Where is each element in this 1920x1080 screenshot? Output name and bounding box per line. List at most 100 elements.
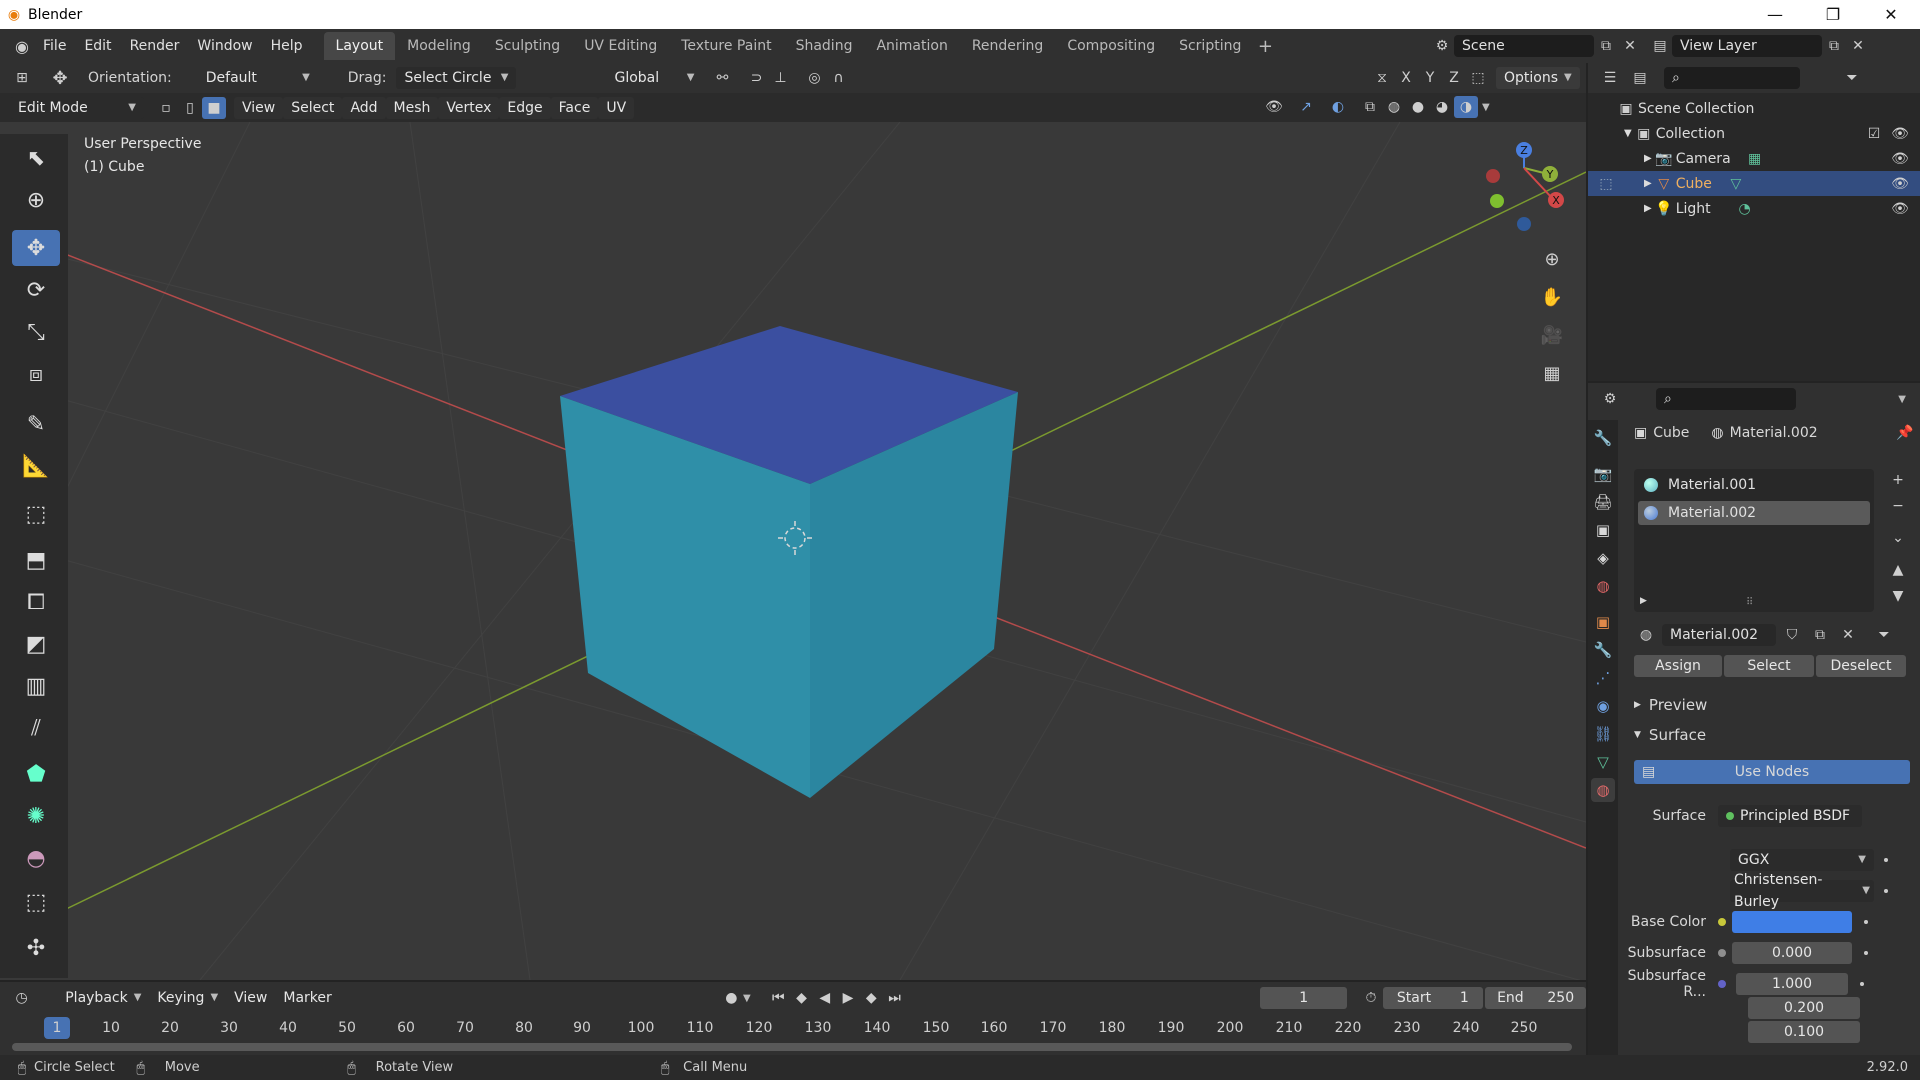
delete-view-layer-icon[interactable]: ✕ — [1846, 35, 1870, 57]
data-tab-icon[interactable]: ▽ — [1591, 750, 1615, 774]
delete-scene-icon[interactable]: ✕ — [1618, 35, 1642, 57]
display-mode-icon[interactable]: ▤ — [1628, 67, 1652, 89]
chevron-down-icon[interactable]: ▼ — [1482, 102, 1490, 113]
pivot-point-icon[interactable]: ⚯ — [710, 67, 734, 89]
snap-icon[interactable]: ⊃ — [744, 67, 768, 89]
keying-menu[interactable]: Keying ▼ — [149, 987, 227, 1009]
close-button[interactable]: ✕ — [1862, 0, 1920, 29]
tool-tab-icon[interactable]: 🔧 — [1591, 426, 1615, 450]
material-tab-icon[interactable]: ◍ — [1591, 778, 1615, 802]
blender-menu-icon[interactable]: ◉ — [10, 35, 34, 57]
rotate-tool-icon[interactable]: ⟳ — [12, 272, 60, 308]
outliner-search-input[interactable]: ⌕ — [1664, 67, 1800, 89]
overlay-icon[interactable]: ◐ — [1326, 96, 1350, 118]
expand-arrow-icon[interactable]: ▶ — [1644, 153, 1652, 164]
new-view-layer-icon[interactable]: ⧉ — [1822, 35, 1846, 57]
subsurface-method-dropdown[interactable]: Christensen-Burley ▼ — [1730, 872, 1874, 910]
filter-icon[interactable]: ⏷ — [1840, 67, 1864, 89]
output-tab-icon[interactable]: 🖨 — [1591, 490, 1615, 514]
world-tab-icon[interactable]: ◍ — [1591, 574, 1615, 598]
keyframe-dot-icon[interactable] — [1860, 982, 1864, 986]
tab-texture-paint[interactable]: Texture Paint — [669, 32, 783, 60]
surface-shader-field[interactable]: Principled BSDF — [1718, 805, 1862, 827]
tab-sculpting[interactable]: Sculpting — [483, 32, 572, 60]
menu-help[interactable]: Help — [262, 29, 312, 63]
visibility-eye-icon[interactable]: 👁 — [1888, 123, 1912, 145]
physics-tab-icon[interactable]: ◉ — [1591, 694, 1615, 718]
menu-file[interactable]: File — [34, 29, 75, 63]
material-slot-1[interactable]: Material.001 — [1638, 473, 1870, 497]
scene-name-field[interactable]: Scene — [1454, 35, 1594, 57]
timeline-view-menu[interactable]: View — [226, 987, 276, 1009]
light-data-icon[interactable]: ◔ — [1733, 198, 1757, 220]
menu-render[interactable]: Render — [121, 29, 189, 63]
new-scene-icon[interactable]: ⧉ — [1594, 35, 1618, 57]
minimize-button[interactable]: — — [1746, 0, 1804, 29]
smooth-tool-icon[interactable]: ◓ — [12, 840, 60, 876]
menu-vertex[interactable]: Vertex — [438, 96, 500, 119]
menu-uv[interactable]: UV — [598, 96, 635, 119]
properties-editor-type-icon[interactable]: ⚙ — [1598, 388, 1622, 410]
base-color-swatch[interactable] — [1732, 911, 1852, 933]
tab-shading[interactable]: Shading — [784, 32, 865, 60]
visibility-eye-icon[interactable]: 👁 — [1888, 173, 1912, 195]
collection-row[interactable]: ▼ ▣ Collection ☑ 👁 — [1588, 121, 1920, 146]
use-nodes-button[interactable]: ▤ Use Nodes — [1634, 760, 1910, 784]
view-layer-browse-icon[interactable]: ▤ — [1648, 35, 1672, 57]
frame-ruler[interactable]: 1 10 20 30 40 50 60 70 80 90 100 110 120… — [0, 1017, 1586, 1039]
keyframe-dot-icon[interactable] — [1884, 858, 1888, 862]
orientation-dropdown[interactable]: Default ▼ — [197, 67, 318, 89]
unlink-material-icon[interactable]: ✕ — [1836, 624, 1860, 646]
tab-layout[interactable]: Layout — [323, 32, 396, 60]
bevel-tool-icon[interactable]: ◩ — [12, 626, 60, 662]
extrude-tool-icon[interactable]: ⬒ — [12, 542, 60, 578]
visibility-eye-icon[interactable]: 👁 — [1888, 198, 1912, 220]
move-down-icon[interactable]: ▼ — [1886, 585, 1910, 607]
drag-dropdown[interactable]: Select Circle ▼ — [396, 67, 517, 89]
jump-start-icon[interactable]: ⏮ — [767, 987, 790, 1009]
menu-select[interactable]: Select — [283, 96, 343, 119]
render-tab-icon[interactable]: 📷 — [1591, 462, 1615, 486]
transform-orientation-dropdown[interactable]: Global ▼ — [606, 67, 703, 89]
move-tool-button[interactable]: ✥ — [12, 230, 60, 266]
expand-arrow-icon[interactable]: ▶ — [1644, 178, 1652, 189]
mesh-data-icon[interactable]: ▽ — [1724, 173, 1748, 195]
exclude-checkbox[interactable]: ☑ — [1862, 123, 1886, 145]
properties-search-input[interactable]: ⌕ — [1656, 388, 1796, 410]
axis-z-toggle[interactable]: Z — [1442, 67, 1466, 89]
outliner-item-camera[interactable]: ▶ 📷 Camera ▦ 👁 — [1588, 146, 1920, 171]
auto-merge-icon[interactable]: ⬚ — [1466, 67, 1490, 89]
keyframe-dot-icon[interactable] — [1864, 951, 1868, 955]
keyframe-dot-icon[interactable] — [1864, 920, 1868, 924]
object-tab-icon[interactable]: ▣ — [1591, 610, 1615, 634]
scene-collection-row[interactable]: ▣ Scene Collection — [1588, 96, 1920, 121]
solid-shading-icon[interactable]: ● — [1406, 96, 1430, 118]
play-icon[interactable]: ▶ — [836, 987, 859, 1009]
current-frame-field[interactable]: 1 — [1260, 987, 1348, 1009]
tab-animation[interactable]: Animation — [864, 32, 959, 60]
tab-scripting[interactable]: Scripting — [1167, 32, 1253, 60]
options-dropdown[interactable]: Options ▼ — [1496, 67, 1580, 89]
subsurface-radius-x[interactable]: 1.000 — [1736, 973, 1848, 995]
shrink-fatten-tool-icon[interactable]: ✣ — [12, 930, 60, 966]
node-filter-icon[interactable]: ⏷ — [1872, 624, 1896, 646]
modifier-tab-icon[interactable]: 🔧 — [1591, 638, 1615, 662]
menu-edit[interactable]: Edit — [75, 29, 120, 63]
edit-mode-icon[interactable]: ⬚ — [1594, 173, 1618, 195]
vertex-select-icon[interactable]: ▫ — [154, 97, 178, 119]
select-button[interactable]: Select — [1724, 655, 1814, 677]
slot-specials-icon[interactable]: ⌄ — [1886, 527, 1910, 549]
menu-face[interactable]: Face — [550, 96, 599, 119]
start-frame-field[interactable]: Start 1 — [1382, 987, 1484, 1009]
collapse-arrow-icon[interactable]: ▼ — [1624, 128, 1632, 139]
select-tool-icon[interactable]: ⬉ — [12, 140, 60, 176]
view-layer-tab-icon[interactable]: ▣ — [1591, 518, 1615, 542]
chevron-down-icon[interactable]: ▼ — [1898, 394, 1906, 405]
pin-icon[interactable]: 📌 — [1896, 425, 1913, 441]
jump-end-icon[interactable]: ⏭ — [883, 987, 906, 1009]
material-shading-icon[interactable]: ◕ — [1430, 96, 1454, 118]
snap-target-icon[interactable]: ⊥ — [768, 67, 792, 89]
playback-menu[interactable]: Playback ▼ — [57, 987, 150, 1009]
loop-cut-tool-icon[interactable]: ▥ — [12, 668, 60, 704]
add-cube-tool-icon[interactable]: ⬚ — [12, 496, 60, 532]
